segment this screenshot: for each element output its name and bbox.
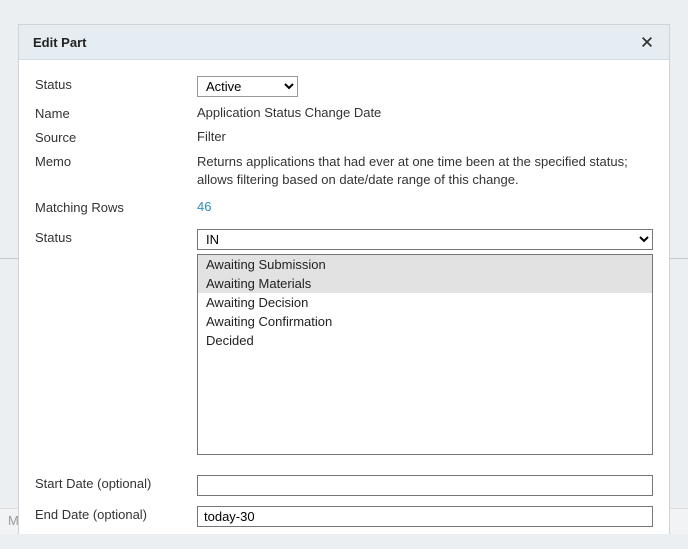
label-source: Source: [35, 127, 197, 145]
modal-title: Edit Part: [33, 35, 86, 50]
status-option[interactable]: Decided: [198, 331, 652, 350]
status-top-select[interactable]: Active: [197, 76, 298, 97]
start-date-input[interactable]: [197, 475, 653, 496]
value-status-top: Active: [197, 74, 653, 97]
edit-part-modal: Edit Part Status Active Name Application…: [18, 24, 670, 534]
value-status: IN Awaiting SubmissionAwaiting Materials…: [197, 227, 653, 455]
row-matching-rows: Matching Rows 46: [35, 197, 653, 215]
value-end-date: [197, 504, 653, 527]
row-memo: Memo Returns applications that had ever …: [35, 151, 653, 189]
end-date-input[interactable]: [197, 506, 653, 527]
value-start-date: [197, 473, 653, 496]
label-name: Name: [35, 103, 197, 121]
status-option[interactable]: Awaiting Submission: [198, 255, 652, 274]
label-matching-rows: Matching Rows: [35, 197, 197, 215]
value-name: Application Status Change Date: [197, 103, 653, 120]
status-operator-select[interactable]: IN: [197, 229, 653, 250]
label-status: Status: [35, 227, 197, 245]
matching-rows-link[interactable]: 46: [197, 197, 653, 214]
status-listbox[interactable]: Awaiting SubmissionAwaiting MaterialsAwa…: [197, 254, 653, 455]
label-memo: Memo: [35, 151, 197, 169]
label-end-date: End Date (optional): [35, 504, 197, 522]
close-icon[interactable]: [639, 34, 655, 50]
value-memo: Returns applications that had ever at on…: [197, 151, 653, 189]
row-end-date: End Date (optional): [35, 504, 653, 527]
row-status: Status IN Awaiting SubmissionAwaiting Ma…: [35, 227, 653, 455]
row-start-date: Start Date (optional): [35, 473, 653, 496]
row-name: Name Application Status Change Date: [35, 103, 653, 121]
status-option[interactable]: Awaiting Decision: [198, 293, 652, 312]
status-option[interactable]: Awaiting Confirmation: [198, 312, 652, 331]
value-source: Filter: [197, 127, 653, 144]
status-option[interactable]: Awaiting Materials: [198, 274, 652, 293]
modal-header: Edit Part: [19, 25, 669, 60]
label-status-top: Status: [35, 74, 197, 92]
row-status-top: Status Active: [35, 74, 653, 97]
row-source: Source Filter: [35, 127, 653, 145]
modal-body: Status Active Name Application Status Ch…: [19, 60, 669, 549]
label-start-date: Start Date (optional): [35, 473, 197, 491]
